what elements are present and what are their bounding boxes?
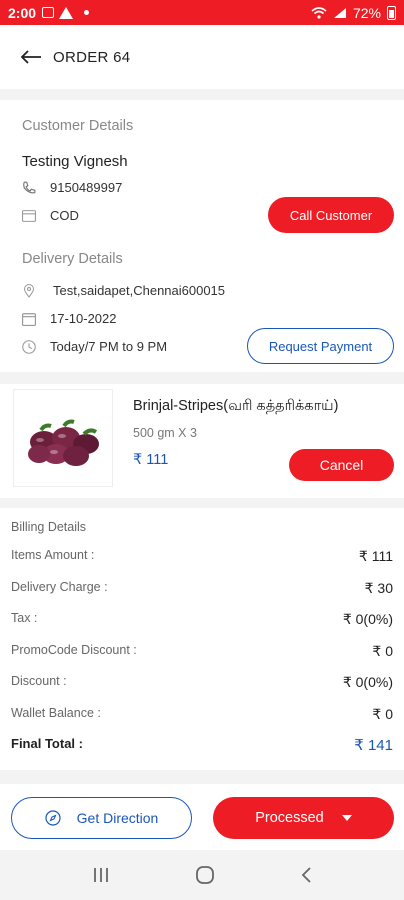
final-total-value: ₹ 141 (354, 737, 393, 754)
product-price: ₹ 111 (133, 452, 169, 468)
app-bar: ORDER 64 (0, 25, 404, 89)
get-direction-button[interactable]: Get Direction (11, 797, 192, 839)
customer-delivery-card: Customer Details Testing Vignesh 9150489… (0, 100, 404, 372)
wifi-icon (311, 6, 327, 19)
billing-value: ₹ 0(0%) (342, 611, 393, 627)
billing-label: Wallet Balance : (11, 706, 101, 720)
final-total-label: Final Total : (11, 736, 83, 751)
billing-label: Discount : (11, 674, 67, 688)
billing-row-tax: Tax : ₹ 0(0%) (11, 611, 393, 628)
delivery-address: Test,saidapet,Chennai600015 (53, 283, 226, 298)
signal-icon (333, 7, 346, 18)
billing-value: ₹ 0 (372, 706, 393, 722)
product-image (13, 389, 113, 487)
recent-apps-icon[interactable] (92, 867, 110, 883)
clock-icon (22, 339, 36, 354)
billing-row-promocode: PromoCode Discount : ₹ 0 (11, 643, 393, 660)
customer-phone: 9150489997 (50, 180, 123, 195)
caret-down-icon (341, 815, 352, 821)
product-card: Brinjal-Stripes(வரி கத்தரிக்காய்) 500 gm… (0, 384, 404, 498)
compass-icon (45, 810, 61, 826)
status-bar: 2:00 72% (0, 0, 404, 25)
request-payment-button[interactable]: Request Payment (247, 328, 394, 364)
order-status-label: Processed (255, 810, 324, 826)
delivery-date-row: 17-10-2022 (22, 311, 117, 326)
delivery-address-row: Test,saidapet,Chennai600015 (22, 283, 225, 298)
call-customer-button[interactable]: Call Customer (268, 197, 394, 233)
back-arrow-icon[interactable] (16, 49, 46, 65)
payment-mode-row: COD (22, 208, 79, 223)
back-nav-icon[interactable] (300, 866, 312, 884)
delivery-slot: Today/7 PM to 9 PM (50, 339, 168, 354)
notification-dot-icon (84, 10, 90, 15)
customer-phone-row: 9150489997 (22, 180, 122, 195)
payment-mode: COD (50, 208, 79, 223)
billing-row-delivery: Delivery Charge : ₹ 30 (11, 580, 393, 597)
image-notification-icon (42, 7, 55, 18)
billing-row-final: Final Total : ₹ 141 (11, 736, 393, 754)
calendar-icon (22, 312, 36, 326)
status-time: 2:00 (8, 4, 37, 21)
battery-percent: 72% (352, 4, 381, 21)
billing-label: Items Amount : (11, 548, 95, 562)
billing-title: Billing Details (11, 520, 87, 534)
customer-section-title: Customer Details (22, 118, 134, 134)
customer-name: Testing Vignesh (22, 153, 128, 170)
phone-icon (23, 181, 36, 193)
product-quantity: 500 gm X 3 (133, 426, 197, 440)
billing-value: ₹ 0 (372, 643, 393, 659)
billing-label: Delivery Charge : (11, 580, 108, 594)
home-icon[interactable] (195, 865, 215, 885)
battery-icon (387, 5, 396, 20)
page-title: ORDER 64 (53, 48, 131, 66)
cancel-item-button[interactable]: Cancel (289, 449, 394, 481)
billing-card: Billing Details Items Amount : ₹ 111 Del… (0, 508, 404, 770)
billing-label: PromoCode Discount : (11, 643, 137, 657)
billing-title-row: Billing Details (11, 520, 393, 534)
billing-value: ₹ 111 (358, 548, 393, 564)
get-direction-label: Get Direction (76, 810, 159, 826)
product-name: Brinjal-Stripes(வரி கத்தரிக்காய்) (133, 398, 339, 414)
card-icon (22, 209, 36, 222)
order-status-dropdown[interactable]: Processed (213, 797, 394, 839)
billing-value: ₹ 30 (364, 580, 393, 596)
billing-row-wallet: Wallet Balance : ₹ 0 (11, 706, 393, 723)
warning-icon (59, 6, 74, 19)
location-pin-icon (23, 283, 35, 298)
delivery-section-title: Delivery Details (22, 251, 123, 267)
billing-row-items: Items Amount : ₹ 111 (11, 548, 393, 565)
bottom-action-bar: Get Direction Processed (0, 784, 404, 850)
delivery-slot-row: Today/7 PM to 9 PM (22, 339, 167, 354)
billing-row-discount: Discount : ₹ 0(0%) (11, 674, 393, 691)
billing-label: Tax : (11, 611, 38, 625)
delivery-date: 17-10-2022 (50, 311, 117, 326)
billing-value: ₹ 0(0%) (342, 674, 393, 690)
system-nav-bar (0, 850, 404, 900)
